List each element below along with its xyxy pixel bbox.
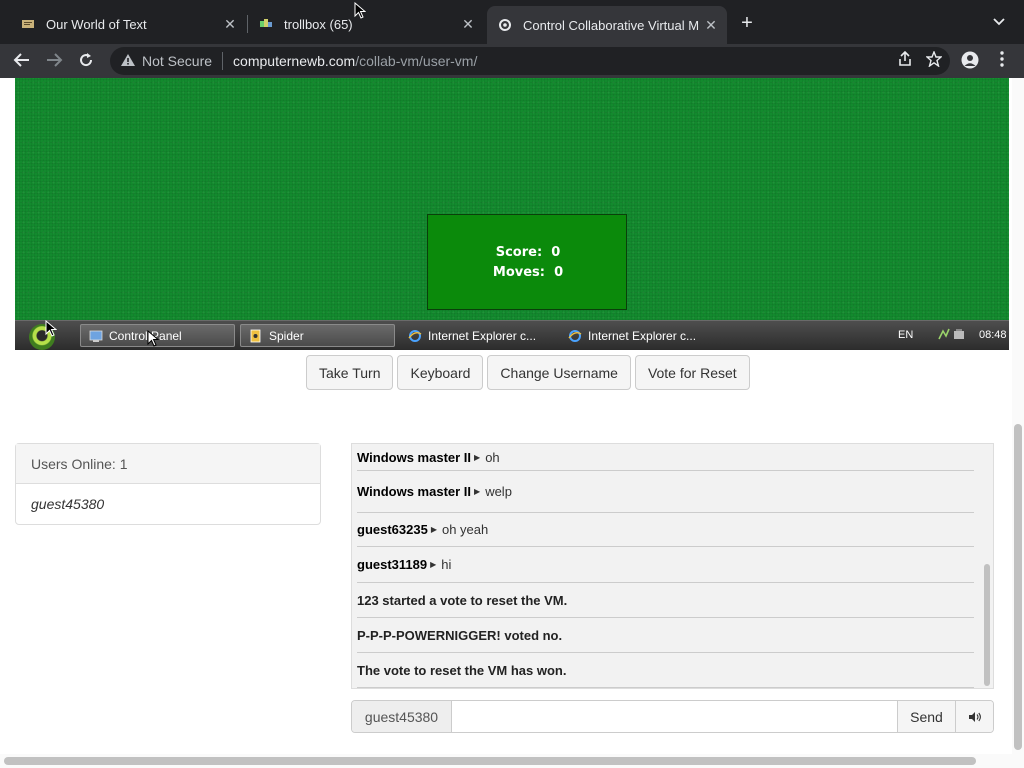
chat-username: Windows master II [357,449,472,465]
score-row: Score: 0 [428,245,628,260]
internet-explorer-icon [408,329,422,343]
users-online-header: Users Online: 1 [16,444,320,484]
mouse-cursor-icon [147,330,159,347]
taskbar-item-internet-explorer[interactable]: Internet Explorer c... [400,324,555,347]
chat-system-message: P-P-P-POWERNIGGER! voted no. [357,618,974,653]
chat-scrollbar-thumb[interactable] [984,564,990,686]
tab-title: trollbox (65) [284,16,353,32]
change-username-button[interactable]: Change Username [487,355,631,390]
close-icon[interactable]: ✕ [703,17,719,33]
tab-our-world-of-text[interactable]: Our World of Text ✕ [10,8,246,40]
internet-explorer-icon [568,329,582,343]
taskbar-item-label: Internet Explorer c... [588,328,697,343]
gear-icon [497,17,513,33]
caret-right-icon: ▶ [430,525,437,534]
chat-message: Windows master II ▶ welp [357,471,974,513]
chat-scrollbar[interactable] [982,446,992,686]
mouse-cursor-icon [354,2,366,19]
bookmark-star-icon[interactable] [925,50,943,71]
taskbar-item-internet-explorer[interactable]: Internet Explorer c... [560,324,715,347]
page-horizontal-scrollbar-thumb[interactable] [4,757,976,765]
world-icon [20,16,36,32]
vm-control-buttons: Take Turn Keyboard Change Username Vote … [306,355,750,390]
reload-icon[interactable] [76,51,96,71]
page-vertical-scrollbar-thumb[interactable] [1014,424,1022,750]
share-icon[interactable] [898,50,912,71]
clock: 08:48 [979,329,1007,341]
new-tab-icon[interactable]: + [737,13,757,33]
tab-trollbox[interactable]: trollbox (65) ✕ [248,8,484,40]
send-button[interactable]: Send [897,701,955,732]
chat-username: Windows master II [357,484,472,499]
omnibox-divider [222,52,224,70]
vm-cursor-icon [45,320,57,337]
chat-message: Windows master II ▶ oh [357,444,974,471]
chat-input-group: guest45380 Send [351,700,994,733]
vm-taskbar: Control Panel Spider Internet Explorer c… [15,320,1009,350]
close-icon[interactable]: ✕ [460,16,476,32]
browser-toolbar: Not Secure computernewb.com/collab-vm/us… [0,44,1024,78]
tab-title: Control Collaborative Virtual M [523,17,699,33]
chat-text: welp [485,484,512,499]
vm-display[interactable]: Score: 0 Moves: 0 Control Panel Spider I… [15,78,1009,350]
chevron-down-icon[interactable] [993,15,1005,29]
score-label: Score: [495,245,543,260]
vote-for-reset-button[interactable]: Vote for Reset [634,355,750,390]
spider-score-panel: Score: 0 Moves: 0 [427,214,627,310]
caret-right-icon: ▶ [430,560,437,569]
page-horizontal-scrollbar[interactable] [0,754,1024,768]
chat-text: hi [441,557,452,572]
kebab-menu-icon[interactable] [992,51,1012,71]
speaker-icon[interactable] [955,701,993,732]
chat-username: guest31189 [357,557,428,572]
caret-right-icon: ▶ [474,452,481,462]
taskbar-item-spider[interactable]: Spider [240,324,395,347]
forward-arrow-icon[interactable] [44,51,64,71]
trollbox-icon [258,16,274,32]
address-bar[interactable]: Not Secure computernewb.com/collab-vm/us… [110,47,950,75]
chat-message: guest31189 ▶ hi [357,547,974,583]
chat-text: oh [485,449,500,465]
page-vertical-scrollbar[interactable] [1012,78,1024,754]
keyboard-button[interactable]: Keyboard [397,355,484,390]
tab-collab-vm[interactable]: Control Collaborative Virtual M ✕ [487,6,727,44]
chat-message-input[interactable] [452,701,897,732]
chat-username: guest63235 [357,522,428,537]
browser-tab-strip: Our World of Text ✕ trollbox (65) ✕ Cont… [0,0,1024,44]
user-list-item: guest45380 [31,496,105,512]
users-online-panel: Users Online: 1 guest45380 [15,443,321,525]
moves-row: Moves: 0 [428,265,628,280]
taskbar-item-label: Spider [269,328,304,343]
take-turn-button[interactable]: Take Turn [306,355,394,390]
moves-label: Moves: [492,265,545,280]
chat-system-message: 123 started a vote to reset the VM. [357,583,974,618]
url-host: computernewb.com [233,53,356,69]
moves-value: 0 [554,265,564,280]
chat-text: oh yeah [441,522,489,537]
close-icon[interactable]: ✕ [222,16,238,32]
language-indicator[interactable]: EN [898,329,913,341]
tab-title: Our World of Text [46,16,147,32]
chat-username-label: guest45380 [352,701,452,732]
profile-avatar-icon[interactable] [960,51,980,71]
taskbar-item-label: Control Panel [109,328,182,343]
chat-log[interactable]: Windows master II ▶ oh Windows master II ▶ w… [351,443,994,689]
control-panel-icon [89,329,103,343]
spider-cards-icon [249,329,263,343]
security-status-label[interactable]: Not Secure [142,53,212,69]
warning-triangle-icon[interactable] [120,53,136,70]
chat-message: guest63235 ▶ oh yeah [357,513,974,547]
chat-system-message: The vote to reset the VM has won. [357,653,974,688]
url-path: /collab-vm/user-vm/ [355,53,478,69]
score-value: 0 [551,245,561,260]
taskbar-item-label: Internet Explorer c... [428,328,537,343]
network-tray-icon[interactable] [937,327,967,344]
back-arrow-icon[interactable] [12,51,32,71]
caret-right-icon: ▶ [474,487,481,496]
